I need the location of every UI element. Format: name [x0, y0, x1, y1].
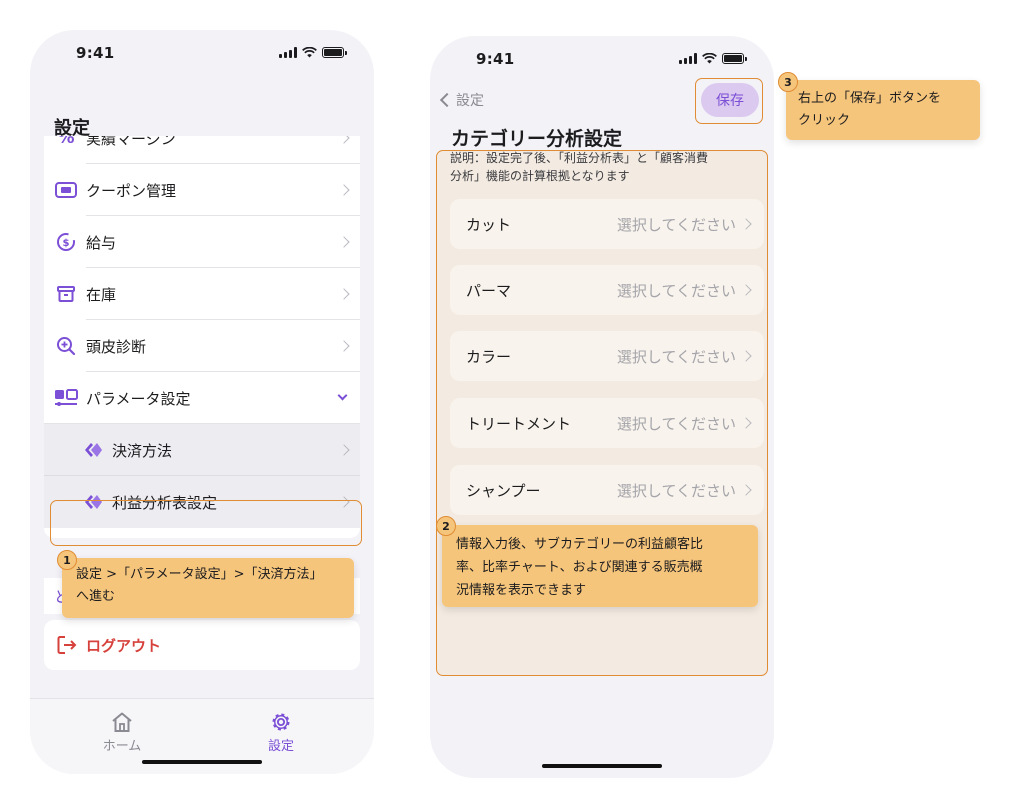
parameters-icon: [54, 386, 78, 410]
category-analysis-phone-screen: 9:41 設定 保存 カテゴリー分析設定 カット 選択してください パーマ 選択…: [430, 36, 774, 778]
cellular-signal-icon: [679, 53, 697, 64]
callout-1-line-2: へ進む: [76, 589, 116, 604]
status-icons: [279, 47, 347, 58]
settings-item-margin[interactable]: % 実績マージン: [44, 136, 360, 164]
step-2-badge: 2: [436, 516, 456, 536]
category-select-value: 選択してください: [616, 348, 736, 366]
settings-subitem-payment-method[interactable]: 決済方法: [44, 424, 360, 476]
logout-icon: [57, 636, 77, 654]
status-time: 9:41: [76, 44, 115, 62]
description-line-1: 説明：設定完了後、「利益分析表」と「顧客消費: [450, 151, 709, 165]
callout-1-line-1: 設定 >「パラメータ設定」>「決済方法」: [76, 567, 323, 582]
settings-item-parameters[interactable]: パラメータ設定: [44, 372, 360, 424]
category-label: トリートメント: [466, 415, 572, 433]
page-title: カテゴリー分析設定: [451, 128, 623, 150]
chevron-left-icon: [439, 92, 455, 108]
scalp-diagnosis-icon: [54, 334, 78, 358]
callout-3-line-2: クリック: [798, 113, 851, 128]
settings-item-label: パラメータ設定: [86, 389, 191, 408]
chevron-down-icon: [337, 390, 348, 401]
gear-icon: [272, 713, 290, 731]
step-3-badge: 3: [778, 72, 798, 92]
back-button[interactable]: 設定: [438, 90, 484, 110]
chevron-right-icon: [740, 484, 752, 496]
category-row-perm[interactable]: パーマ 選択してください: [450, 265, 764, 315]
home-indicator: [542, 764, 662, 768]
coupon-icon: [54, 178, 78, 202]
category-select-value: 選択してください: [616, 282, 736, 300]
status-icons: [679, 53, 747, 64]
tab-home[interactable]: ホーム: [82, 711, 162, 754]
status-bar: 9:41: [30, 30, 374, 78]
settings-list: % 実績マージン クーポン管理 $ 給与 在庫 頭皮診断 パラメータ設定 決済方…: [44, 136, 360, 538]
category-row-treatment[interactable]: トリートメント 選択してください: [450, 398, 764, 448]
instruction-callout-2: 情報入力後、サブカテゴリーの利益顧客比 率、比率チャート、および関連する販売概 …: [442, 525, 758, 607]
category-row-shampoo[interactable]: シャンプー 選択してください: [450, 465, 764, 515]
highlight-save-button: [695, 78, 763, 124]
status-bar: 9:41: [430, 36, 774, 84]
wifi-icon: [302, 47, 317, 58]
instruction-callout-3: 右上の「保存」ボタンを クリック: [786, 80, 980, 140]
category-row-color[interactable]: カラー 選択してください: [450, 331, 764, 381]
logout-label: ログアウト: [86, 636, 162, 655]
settings-item-label: 頭皮診断: [86, 337, 147, 356]
chevron-right-icon: [338, 340, 350, 352]
category-label: シャンプー: [466, 482, 541, 500]
settings-item-label: クーポン管理: [86, 181, 177, 200]
settings-item-salary[interactable]: $ 給与: [44, 216, 360, 268]
home-icon: [112, 712, 132, 732]
chevron-right-icon: [338, 136, 350, 144]
callout-2-line-3: 況情報を表示できます: [456, 583, 587, 598]
step-1-badge: 1: [57, 550, 77, 570]
callout-3-line-1: 右上の「保存」ボタンを: [798, 91, 942, 106]
settings-item-scalp-diagnosis[interactable]: 頭皮診断: [44, 320, 360, 372]
home-indicator: [142, 760, 262, 764]
chevron-right-icon: [338, 444, 350, 456]
settings-description: 説明：設定完了後、「利益分析表」と「顧客消費 分析」機能の計算根拠となります: [450, 149, 755, 185]
battery-icon: [322, 47, 347, 58]
cellular-signal-icon: [279, 47, 297, 58]
chevron-right-icon: [740, 417, 752, 429]
tab-settings[interactable]: 設定: [241, 711, 321, 754]
wifi-icon: [702, 53, 717, 64]
category-label: パーマ: [466, 282, 512, 300]
chevron-right-icon: [338, 236, 350, 248]
payment-diamond-icon: [80, 438, 104, 462]
svg-text:$: $: [63, 238, 70, 249]
settings-item-label: 実績マージン: [86, 136, 176, 148]
callout-2-line-2: 率、比率チャート、および関連する販売概: [456, 560, 703, 575]
battery-icon: [722, 53, 747, 64]
chevron-right-icon: [338, 184, 350, 196]
chevron-right-icon: [338, 288, 350, 300]
category-select-value: 選択してください: [616, 415, 736, 433]
chevron-right-icon: [740, 350, 752, 362]
category-label: カラー: [466, 348, 512, 366]
chevron-right-icon: [740, 284, 752, 296]
description-line-2: 分析」機能の計算根拠となります: [450, 169, 630, 183]
settings-phone-screen: 9:41 設定 % 実績マージン クーポン管理 $ 給与 在庫 頭皮診断 パラメ…: [30, 30, 374, 774]
inventory-box-icon: [54, 282, 78, 306]
logout-button[interactable]: ログアウト: [44, 620, 360, 670]
category-select-value: 選択してください: [616, 482, 736, 500]
back-label: 設定: [456, 93, 484, 109]
settings-item-label: 在庫: [86, 285, 117, 304]
callout-2-line-1: 情報入力後、サブカテゴリーの利益顧客比: [456, 537, 704, 552]
category-select-value: 選択してください: [616, 216, 736, 234]
category-label: カット: [466, 216, 512, 234]
highlight-profit-analysis-item: [50, 500, 362, 546]
percent-icon: %: [57, 136, 75, 148]
settings-item-coupon[interactable]: クーポン管理: [44, 164, 360, 216]
tab-settings-label: 設定: [267, 739, 294, 754]
settings-item-label: 決済方法: [112, 441, 173, 460]
tab-home-label: ホーム: [102, 739, 142, 754]
settings-item-inventory[interactable]: 在庫: [44, 268, 360, 320]
salary-icon: $: [54, 230, 78, 254]
chevron-right-icon: [740, 218, 752, 230]
category-row-cut[interactable]: カット 選択してください: [450, 199, 764, 249]
settings-item-label: 給与: [86, 233, 117, 252]
status-time: 9:41: [476, 50, 515, 68]
instruction-callout-1: 設定 >「パラメータ設定」>「決済方法」 へ進む: [62, 558, 354, 618]
